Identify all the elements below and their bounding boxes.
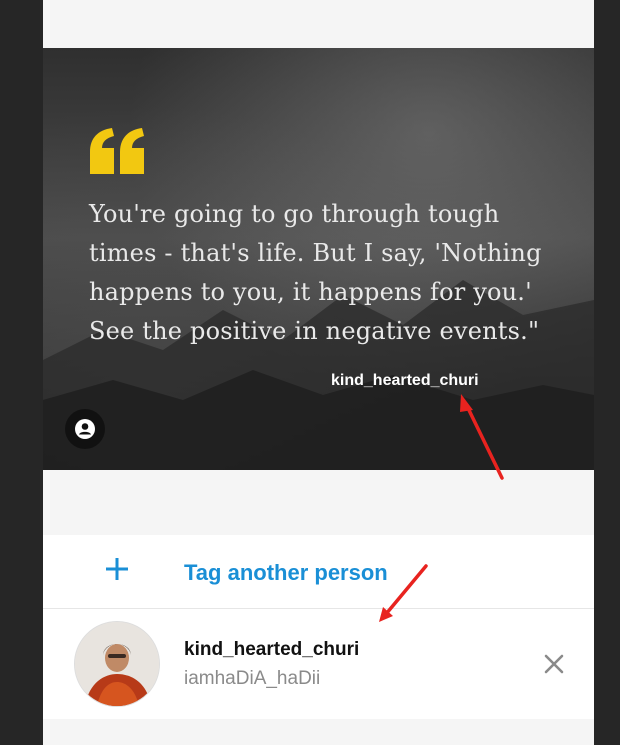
quote-text: You're going to go through tough times -… <box>89 195 559 351</box>
avatar <box>74 621 160 707</box>
spacer <box>43 470 594 535</box>
photo-tag-label[interactable]: kind_hearted_churi <box>331 372 479 390</box>
close-icon[interactable] <box>543 653 565 675</box>
tagged-person-row[interactable]: kind_hearted_churi iamhaDiA_haDii <box>43 609 594 719</box>
tag-another-person-label: Tag another person <box>184 560 388 585</box>
quote-line: See the positive in negative events." <box>89 317 540 345</box>
quote-line: You're going to go through tough <box>89 200 500 228</box>
avatar-image <box>75 622 159 706</box>
quote-line: times - that's life. But I say, 'Nothing <box>89 239 542 267</box>
quote-line: happens to you, it happens for you.' <box>89 278 532 306</box>
app-screen: You're going to go through tough times -… <box>43 0 594 745</box>
tag-another-person-button[interactable]: Tag another person <box>43 535 594 609</box>
user-icon <box>75 419 95 439</box>
tagged-display-name: iamhaDiA_haDii <box>184 668 321 689</box>
post-photo[interactable]: You're going to go through tough times -… <box>43 48 594 470</box>
quote-icon <box>90 128 144 174</box>
plus-icon <box>106 558 128 580</box>
tagged-username: kind_hearted_churi <box>184 639 360 660</box>
tags-indicator-button[interactable] <box>65 409 105 449</box>
bottom-area <box>43 719 594 745</box>
top-bar <box>43 0 594 48</box>
